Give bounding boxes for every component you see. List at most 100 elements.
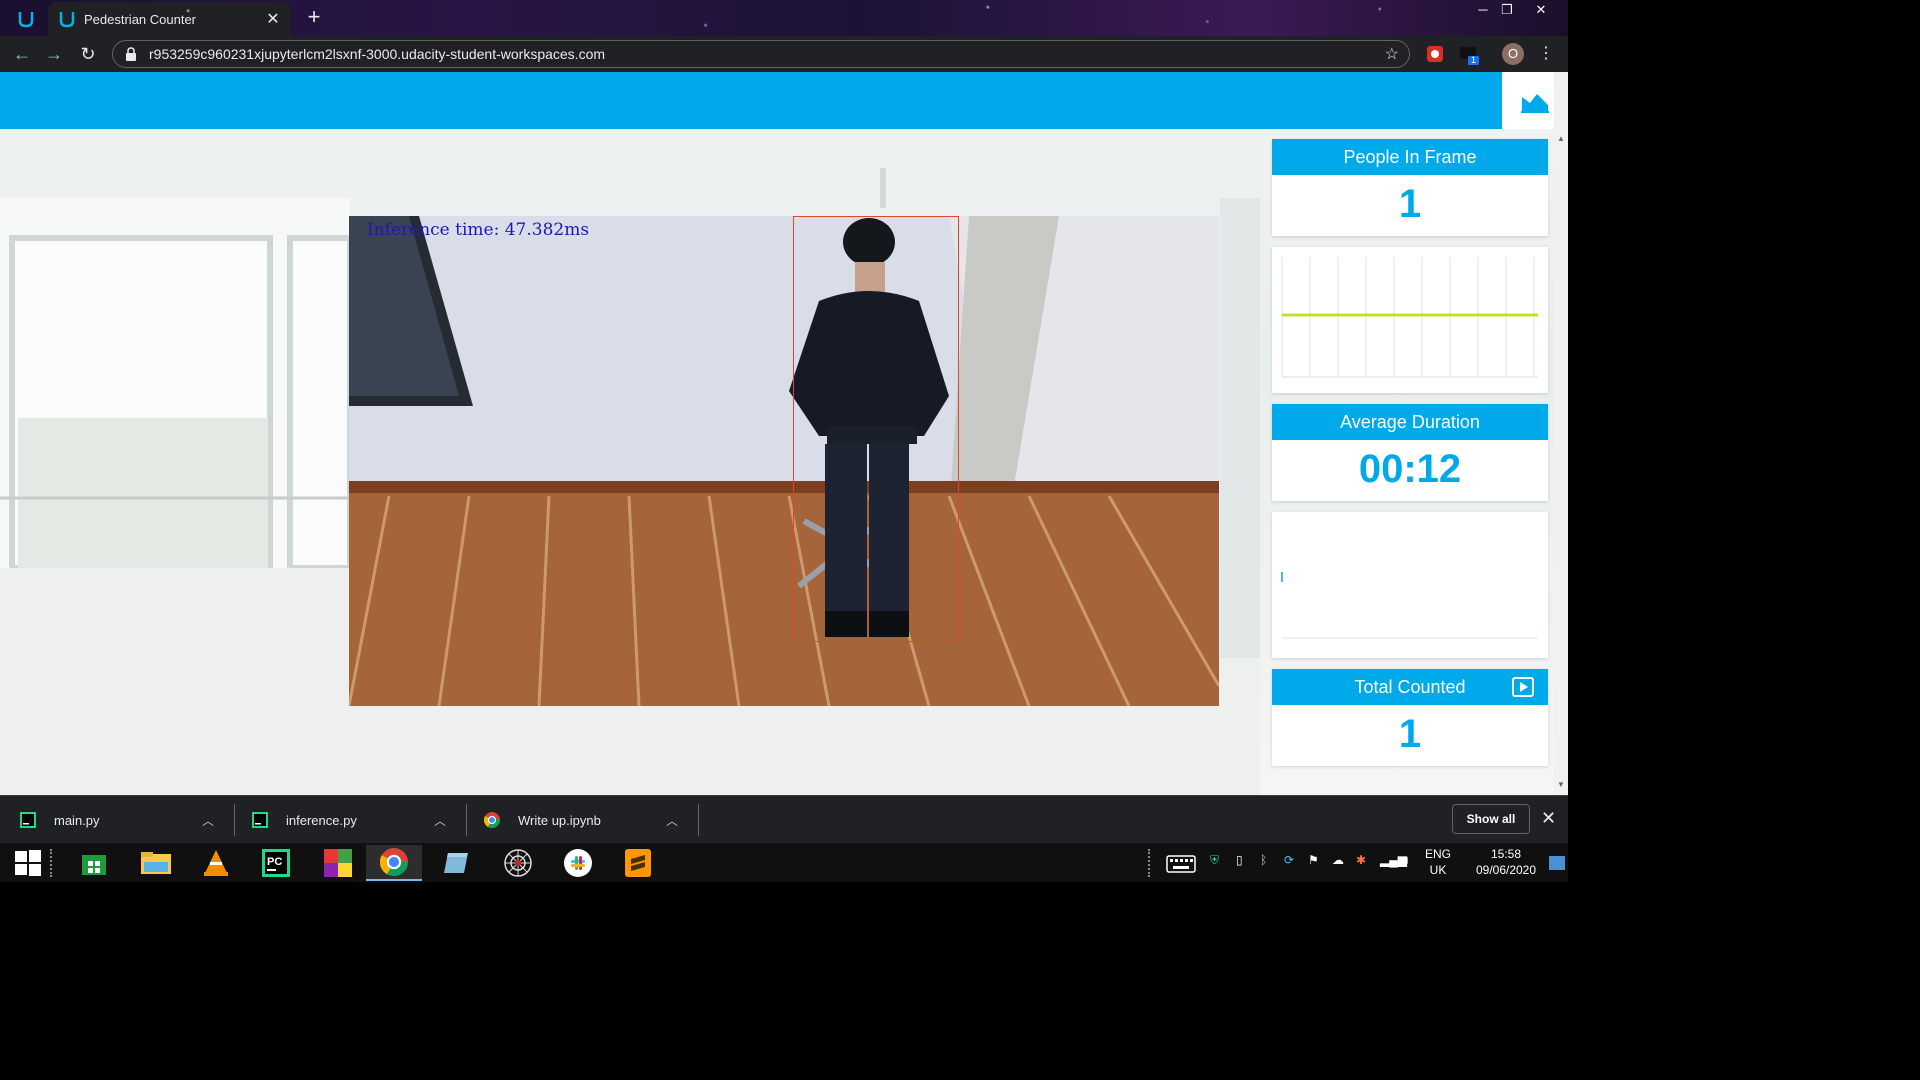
app-header-bar <box>0 72 1502 129</box>
restore-button[interactable]: ❐ <box>1494 0 1520 20</box>
tab-title: Pedestrian Counter <box>84 11 197 27</box>
app-grid-icon <box>324 849 352 877</box>
show-all-button[interactable]: Show all <box>1452 804 1530 834</box>
udacity-icon <box>59 12 75 28</box>
extension-badge-icon[interactable] <box>1458 43 1480 65</box>
extension-icon[interactable] <box>1424 43 1446 65</box>
pinned-tab-udacity[interactable] <box>6 4 46 34</box>
address-bar[interactable]: r953259c960231xjupyterlcm2lsxnf-3000.uda… <box>112 40 1410 68</box>
back-arrow-icon[interactable]: ← <box>10 42 34 66</box>
total-counted-title: Total Counted <box>1354 677 1466 697</box>
scroll-down-icon[interactable]: ▼ <box>1557 780 1565 789</box>
video-frame <box>349 216 1219 706</box>
taskbar-app-grid[interactable] <box>310 845 366 881</box>
wifi-icon[interactable]: ▂▄▆ <box>1380 853 1407 867</box>
people-in-frame-chart <box>1272 247 1548 393</box>
total-counted-header: Total Counted <box>1272 669 1548 705</box>
keyboard-icon[interactable] <box>1166 855 1196 873</box>
keyboard-layout: UK <box>1429 863 1447 877</box>
tray-shield-icon[interactable]: ⛨ <box>1210 853 1219 868</box>
person-bounding-box <box>793 216 959 642</box>
url-text: r953259c960231xjupyterlcm2lsxnf-3000.uda… <box>149 46 606 62</box>
taskbar-vlc[interactable] <box>188 845 244 881</box>
close-tab-icon[interactable]: ✕ <box>265 9 281 29</box>
close-window-button[interactable]: ✕ <box>1528 0 1554 20</box>
people-in-frame-card: People In Frame 1 <box>1272 139 1548 236</box>
taskbar-notes[interactable] <box>428 845 484 881</box>
taskbar-grip <box>1148 849 1156 877</box>
download-filename: Write up.ipynb <box>518 812 601 828</box>
profile-avatar[interactable]: O <box>1502 43 1524 65</box>
taskbar-chrome[interactable] <box>366 845 422 881</box>
lock-icon <box>126 47 136 61</box>
reload-icon[interactable]: ↻ <box>76 42 100 66</box>
taskbar-file-explorer[interactable] <box>128 845 184 881</box>
store-icon <box>82 855 106 875</box>
tray-app-icon[interactable]: ✱ <box>1356 853 1366 867</box>
download-shelf: main.py ︿ inference.py ︿ Write up.ipynb … <box>0 795 1568 843</box>
volume-icon[interactable]: 🔈︎ <box>1404 853 1411 868</box>
tab-pedestrian-counter[interactable]: Pedestrian Counter ✕ <box>48 2 291 36</box>
svg-text:PC: PC <box>267 856 282 868</box>
tray-sync-icon[interactable]: ⟳ <box>1284 853 1294 867</box>
total-counted-card: Total Counted 1 <box>1272 669 1548 766</box>
app-page: Inference time: 47.382ms People In Frame… <box>0 72 1568 795</box>
menu-dots-icon[interactable]: ⋮ <box>1538 44 1554 64</box>
notes-icon <box>444 853 468 873</box>
forward-arrow-icon[interactable]: → <box>42 42 66 66</box>
chrome-file-icon <box>484 812 500 828</box>
download-item[interactable]: inference.py ︿ <box>252 796 464 844</box>
taskbar-pycharm[interactable]: PC <box>248 845 304 881</box>
language-indicator[interactable]: ENG UK <box>1425 846 1451 878</box>
taskbar-sublime[interactable] <box>610 845 666 881</box>
scroll-up-icon[interactable]: ▲ <box>1557 134 1565 143</box>
people-in-frame-value: 1 <box>1398 182 1422 226</box>
chevron-up-icon[interactable]: ︿ <box>434 812 446 829</box>
battery-icon[interactable]: ▯ <box>1236 853 1243 867</box>
download-item[interactable]: Write up.ipynb ︿ <box>484 796 696 844</box>
divider <box>698 804 699 836</box>
pycharm-file-icon <box>252 812 268 828</box>
pycharm-icon: PC <box>262 849 290 877</box>
bookmark-star-icon[interactable]: ☆ <box>1385 44 1399 64</box>
taskbar-slack[interactable] <box>550 845 606 881</box>
flag-icon[interactable]: ⚑ <box>1308 853 1319 867</box>
notification-icon[interactable] <box>1548 855 1566 871</box>
folder-icon <box>141 852 171 874</box>
chrome-icon <box>380 848 408 876</box>
slack-icon <box>564 849 592 877</box>
duration-chart-plot <box>1281 572 1538 639</box>
pycharm-file-icon <box>20 812 36 828</box>
divider <box>234 804 235 836</box>
average-duration-card: Average Duration 00:12 <box>1272 404 1548 501</box>
vlc-icon <box>204 850 228 876</box>
people-chart-plot <box>1281 257 1538 378</box>
play-icon[interactable] <box>1512 677 1534 697</box>
new-tab-button[interactable]: + <box>302 6 326 30</box>
bluetooth-icon[interactable]: ᛒ <box>1260 853 1267 867</box>
cloud-icon[interactable]: ☁ <box>1332 853 1344 867</box>
close-icon[interactable]: ✕ <box>1541 808 1556 829</box>
people-in-frame-title: People In Frame <box>1272 139 1548 175</box>
chevron-up-icon[interactable]: ︿ <box>202 812 214 829</box>
taskbar-spider-app[interactable] <box>490 845 546 881</box>
udacity-icon <box>18 12 34 28</box>
area-chart-icon <box>1521 93 1549 113</box>
inference-time-label: Inference time: 47.382ms <box>367 220 590 240</box>
download-filename: main.py <box>54 812 100 828</box>
page-scrollbar[interactable]: ▲ ▼ <box>1554 72 1568 795</box>
divider <box>466 804 467 836</box>
total-counted-value: 1 <box>1398 712 1422 756</box>
chevron-up-icon[interactable]: ︿ <box>666 812 678 829</box>
windows-taskbar: PC ⛨ ▯ ᛒ ⟳ ⚑ ☁ ✱ ▂▄▆ 🔈︎ ENG UK 15:58 09/… <box>0 843 1568 882</box>
language-code: ENG <box>1425 847 1452 861</box>
windows-start-button[interactable] <box>0 845 56 881</box>
extension-badge-count: 1 <box>1471 55 1477 65</box>
taskbar-store[interactable] <box>66 845 122 881</box>
average-duration-value: 00:12 <box>1358 447 1462 491</box>
download-item[interactable]: main.py ︿ <box>20 796 232 844</box>
system-clock[interactable]: 15:58 09/06/2020 <box>1466 846 1546 878</box>
windows-logo-icon <box>15 850 41 876</box>
minimize-button[interactable]: ─ <box>1470 0 1496 20</box>
sublime-text-icon <box>625 849 651 877</box>
